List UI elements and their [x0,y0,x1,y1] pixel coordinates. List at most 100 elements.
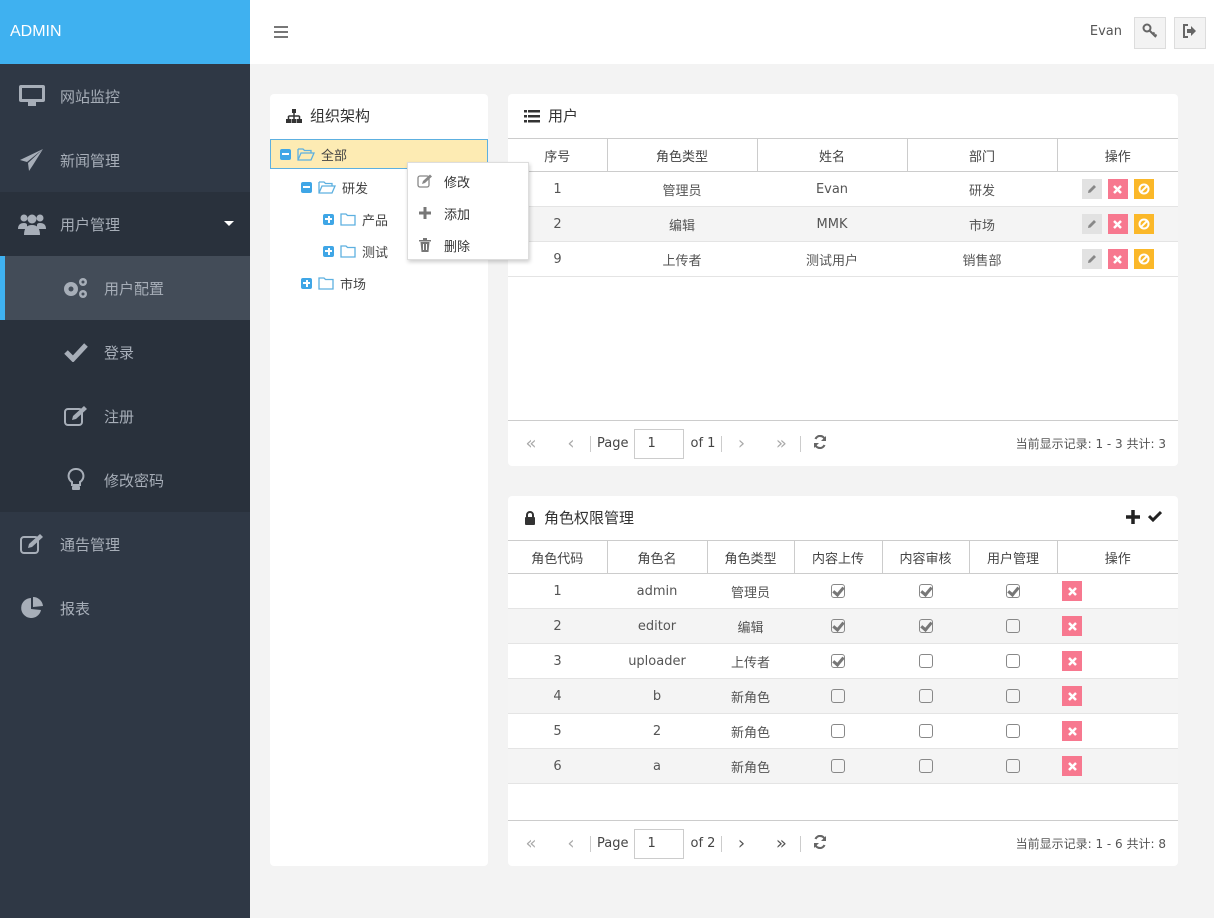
tree-node-test[interactable]: 测试 [323,236,388,266]
cell-role: 上传者 [607,241,757,277]
pager-divider [590,435,591,452]
save-roles-button[interactable] [1147,510,1163,528]
current-user-name[interactable]: Evan [1090,24,1122,39]
permission-review-checkbox[interactable] [918,654,933,668]
last-page-button[interactable]: » [768,431,794,457]
column-header[interactable]: 部门 [907,138,1058,172]
cell-name: Evan [757,171,907,207]
permission-manage-checkbox[interactable] [1006,654,1020,668]
brand-logo[interactable]: ADMIN [0,0,250,64]
refresh-button[interactable] [807,831,833,857]
close-icon [1113,184,1122,194]
sidebar-item-user-config[interactable]: 用户配置 [0,256,250,320]
delete-button[interactable] [1062,651,1082,671]
collapse-icon[interactable] [301,181,312,193]
cell-code: 1 [508,573,607,609]
permission-review-checkbox[interactable] [918,689,933,703]
context-menu-edit[interactable]: 修改 [408,165,528,197]
edit-button[interactable] [1081,179,1102,199]
logout-button[interactable] [1174,17,1206,49]
permission-review-checkbox[interactable] [918,759,933,773]
collapse-icon[interactable] [280,148,291,160]
prev-page-button[interactable]: ‹ [558,831,584,857]
context-menu-delete[interactable]: 删除 [408,229,528,261]
expand-icon[interactable] [301,277,312,289]
page-number-input[interactable] [634,828,685,859]
table-row[interactable]: 5 2 新角色 [508,713,1178,749]
page-number-input[interactable] [634,428,685,459]
edit-button[interactable] [1081,249,1102,269]
sidebar-item-reports[interactable]: 报表 [0,576,250,640]
table-row[interactable]: 2 editor 编辑 [508,608,1178,644]
sidebar-item-register[interactable]: 注册 [0,384,250,448]
delete-button[interactable] [1062,686,1082,706]
delete-button[interactable] [1062,721,1082,741]
delete-button[interactable] [1107,249,1128,269]
permission-manage-checkbox[interactable] [1006,584,1020,598]
org-tree-title: 组织架构 [270,94,488,138]
permission-review-checkbox[interactable] [918,724,933,738]
permission-manage-checkbox[interactable] [1006,724,1020,738]
table-row[interactable]: 1 管理员 Evan 研发 [508,171,1178,207]
column-header[interactable]: 角色类型 [607,138,758,172]
tree-node-rd[interactable]: 研发 [301,172,368,202]
table-row[interactable]: 4 b 新角色 [508,678,1178,714]
table-row[interactable]: 1 admin 管理员 [508,573,1178,609]
permission-upload-checkbox[interactable] [831,584,845,598]
sidebar-item-login[interactable]: 登录 [0,320,250,384]
edit-button[interactable] [1081,214,1102,234]
table-row[interactable]: 2 编辑 MMK 市场 [508,206,1178,242]
next-page-button[interactable]: › [728,831,754,857]
delete-button[interactable] [1062,756,1082,776]
column-header[interactable]: 角色名 [607,540,708,574]
column-header[interactable]: 角色代码 [508,540,608,574]
permission-upload-checkbox[interactable] [831,689,845,703]
add-role-button[interactable] [1126,510,1140,528]
delete-button[interactable] [1107,214,1128,234]
disable-button[interactable] [1133,179,1154,199]
sidebar-item-user-management[interactable]: 用户管理 [0,192,250,256]
column-header[interactable]: 用户管理 [969,540,1058,574]
prev-page-button[interactable]: ‹ [558,431,584,457]
sidebar-item-news[interactable]: 新闻管理 [0,128,250,192]
disable-button[interactable] [1133,214,1154,234]
column-header[interactable]: 角色类型 [707,540,795,574]
delete-button[interactable] [1107,179,1128,199]
menu-toggle-icon[interactable] [274,26,288,38]
permission-manage-checkbox[interactable] [1006,759,1020,773]
sidebar-item-site-monitor[interactable]: 网站监控 [0,64,250,128]
first-page-button[interactable]: « [518,431,544,457]
delete-button[interactable] [1062,581,1082,601]
cell-type: 管理员 [707,573,794,609]
permission-upload-checkbox[interactable] [831,724,845,738]
change-password-button[interactable] [1134,17,1166,49]
next-page-button[interactable]: › [728,431,754,457]
tree-node-product[interactable]: 产品 [323,204,388,234]
permission-manage-checkbox[interactable] [1006,619,1020,633]
delete-button[interactable] [1062,616,1082,636]
table-row[interactable]: 6 a 新角色 [508,748,1178,784]
permission-upload-checkbox[interactable] [831,619,845,633]
refresh-button[interactable] [807,431,833,457]
permission-upload-checkbox[interactable] [831,654,845,668]
permission-manage-checkbox[interactable] [1006,689,1020,703]
cell-upload [794,678,882,714]
permission-upload-checkbox[interactable] [831,759,845,773]
permission-review-checkbox[interactable] [918,619,933,633]
expand-icon[interactable] [323,213,334,225]
row-actions [1057,573,1178,609]
sidebar-item-change-password[interactable]: 修改密码 [0,448,250,512]
column-header[interactable]: 内容审核 [882,540,970,574]
last-page-button[interactable]: » [768,831,794,857]
table-row[interactable]: 3 uploader 上传者 [508,643,1178,679]
context-menu-add[interactable]: 添加 [408,197,528,229]
column-header[interactable]: 内容上传 [794,540,883,574]
tree-node-market[interactable]: 市场 [301,268,366,298]
first-page-button[interactable]: « [518,831,544,857]
permission-review-checkbox[interactable] [918,584,933,598]
column-header[interactable]: 姓名 [757,138,908,172]
sidebar-item-announcements[interactable]: 通告管理 [0,512,250,576]
disable-button[interactable] [1133,249,1154,269]
table-row[interactable]: 9 上传者 测试用户 销售部 [508,241,1178,277]
expand-icon[interactable] [323,245,334,257]
